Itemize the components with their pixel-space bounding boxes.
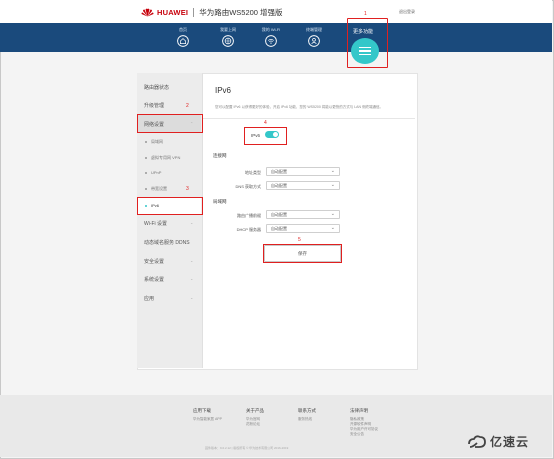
- footer-link[interactable]: 安全公告: [350, 432, 378, 437]
- globe-icon: [222, 35, 234, 47]
- address-type-label: 地址类型: [245, 170, 261, 175]
- user-icon: [308, 35, 320, 47]
- annotation-number-1: 1: [364, 11, 367, 17]
- dhcp-value: 自动配置: [271, 226, 287, 231]
- chevron-down-icon: ⌄: [330, 225, 335, 231]
- chevron-down-icon: ⌄: [190, 258, 194, 263]
- chevron-down-icon: ⌄: [330, 182, 335, 188]
- annotation-number-5: 5: [298, 237, 301, 243]
- sidebar-item-upgrade[interactable]: 升级管理: [144, 102, 164, 109]
- chevron-up-icon: ⌃: [190, 121, 194, 126]
- ipv6-toggle[interactable]: [265, 131, 279, 138]
- ipv6-toggle-label: IPv6: [251, 133, 261, 138]
- dns-mode-label: DNS 获取方式: [235, 184, 261, 189]
- footer-heading: 联系方式: [298, 408, 316, 413]
- footer-column-product: 关于产品 华为官网 花粉论坛: [246, 408, 264, 427]
- prefix-label: 路由广播前缀: [237, 213, 261, 218]
- nav-internet-label: 我要上网: [220, 27, 236, 32]
- prefix-select[interactable]: 自动配置 ⌄: [266, 210, 340, 219]
- chevron-down-icon: ⌄: [190, 295, 194, 300]
- nav-internet[interactable]: 我要上网: [214, 27, 242, 47]
- nav-devices-label: 终端管理: [306, 27, 322, 32]
- bullet-icon: [145, 141, 147, 143]
- dns-mode-value: 自动配置: [271, 183, 287, 188]
- footer-link[interactable]: 华为智能家居 APP: [193, 417, 222, 422]
- page-title: IPv6: [215, 86, 232, 95]
- wan-section-title: 连接网: [213, 153, 227, 158]
- toggle-knob: [273, 132, 278, 137]
- prefix-value: 自动配置: [271, 212, 287, 217]
- logout-link[interactable]: 退出登录: [399, 9, 415, 15]
- more-functions-button[interactable]: [351, 38, 379, 64]
- watermark-text: 亿速云: [490, 435, 530, 449]
- footer-column-contact: 联系方式 服务热线: [298, 408, 316, 422]
- save-button[interactable]: 保存: [264, 245, 341, 262]
- sidebar-item-wifi[interactable]: Wi-Fi 设置: [144, 220, 167, 227]
- chevron-down-icon: ⌄: [190, 220, 194, 225]
- sidebar-item-router-status[interactable]: 路由器状态: [144, 84, 169, 91]
- header-separator: [193, 8, 195, 17]
- chevron-down-icon: ⌄: [190, 276, 194, 281]
- sidebar-sub-bandwidth[interactable]: 带宽设置: [151, 186, 167, 192]
- footer-heading: 法律声明: [350, 408, 368, 413]
- sidebar-item-network[interactable]: 网络设置: [144, 121, 164, 128]
- chevron-down-icon: ⌄: [330, 211, 335, 217]
- bullet-icon: [145, 188, 147, 190]
- divider: [203, 118, 415, 119]
- dns-mode-select[interactable]: 自动配置 ⌄: [266, 181, 340, 190]
- dhcp-label: DHCP 服务器: [236, 227, 261, 232]
- nav-devices[interactable]: 终端管理: [300, 27, 328, 47]
- router-model: 华为路由WS5200 增强版: [199, 8, 283, 17]
- nav-wifi-label: 我的 Wi-Fi: [261, 27, 281, 32]
- chevron-down-icon: ⌄: [330, 168, 335, 174]
- nav-bar: 首页 我要上网 我的 Wi-Fi 终端管理: [0, 23, 552, 52]
- annotation-number-3: 3: [186, 186, 189, 192]
- nav-home-label: 首页: [179, 27, 187, 32]
- brand-name: HUAWEI: [157, 8, 189, 17]
- nav-wifi[interactable]: 我的 Wi-Fi: [257, 27, 285, 47]
- copyright-text: 固件版本：9.0.2.12 | 版权所有 © 华为技术有限公司 2016-201…: [205, 446, 289, 450]
- huawei-logo[interactable]: HUAWEI 华为路由WS5200 增强版: [141, 7, 283, 18]
- home-icon: [177, 35, 189, 47]
- lan-section-title: 局域网: [213, 199, 227, 204]
- yisu-cloud-logo-icon: [468, 434, 486, 448]
- top-bar: HUAWEI 华为路由WS5200 增强版 退出登录: [0, 0, 552, 24]
- footer-link[interactable]: 服务热线: [298, 417, 316, 422]
- footer-column-download: 应用下载 华为智能家居 APP: [193, 408, 222, 422]
- nav-home[interactable]: 首页: [169, 27, 197, 47]
- footer-link[interactable]: 花粉论坛: [246, 422, 264, 427]
- annotation-number-2: 2: [186, 103, 189, 109]
- huawei-flower-icon: [141, 8, 154, 17]
- footer-heading: 应用下载: [193, 408, 211, 413]
- sidebar-sub-upnp[interactable]: UPnP: [151, 170, 161, 175]
- watermark: 亿速云: [467, 433, 529, 450]
- bullet-icon-active: [145, 205, 147, 207]
- more-functions-label: 更多功能: [353, 29, 374, 35]
- address-type-value: 自动配置: [271, 169, 287, 174]
- dhcp-select[interactable]: 自动配置 ⌄: [266, 224, 340, 233]
- annotation-number-4: 4: [264, 120, 267, 126]
- sidebar-item-security[interactable]: 安全设置: [144, 258, 164, 265]
- sidebar-item-apps[interactable]: 应用: [144, 295, 154, 302]
- page-description: 您可以配置 IPv6 以获得更好的体验，开启 IPv6 功能，您的 WS5200…: [215, 105, 384, 109]
- menu-icon: [359, 45, 371, 57]
- bullet-icon: [145, 172, 147, 174]
- footer-heading: 关于产品: [246, 408, 264, 413]
- sidebar-sub-vpn[interactable]: 虚拟专用网 VPN: [151, 155, 180, 161]
- address-type-select[interactable]: 自动配置 ⌄: [266, 167, 340, 176]
- sidebar-sub-ipv6[interactable]: IPv6: [151, 203, 159, 208]
- sidebar-item-system[interactable]: 系统设置: [144, 276, 164, 283]
- footer-column-legal: 法律声明 隐私政策 开源软件声明 华为用户许可协议 安全公告: [350, 408, 378, 437]
- bullet-icon: [145, 157, 147, 159]
- sidebar-item-ddns[interactable]: 动态域名服务 DDNS: [144, 239, 190, 246]
- wifi-icon: [265, 35, 277, 47]
- sidebar-sub-lan[interactable]: 局域网: [151, 139, 163, 145]
